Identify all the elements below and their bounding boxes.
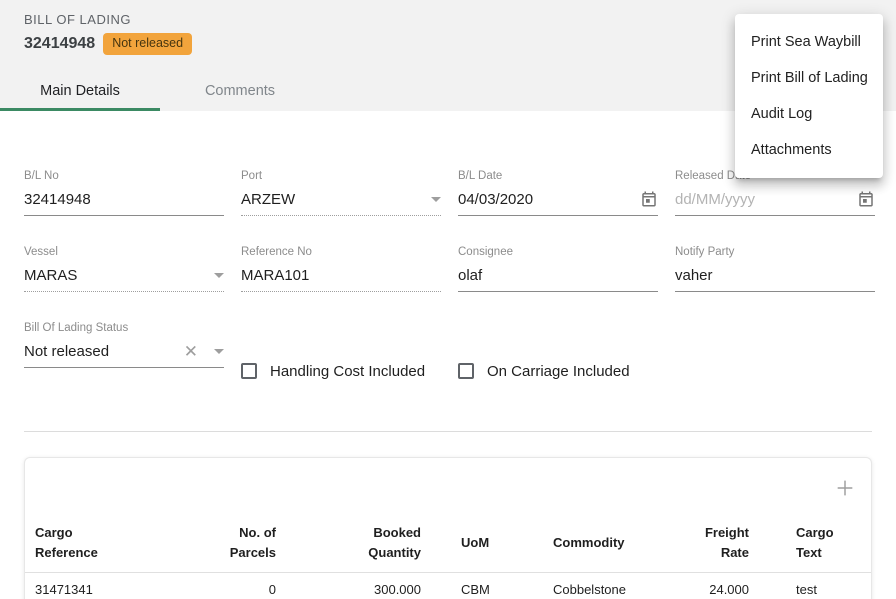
chevron-down-icon[interactable] (431, 197, 441, 202)
calendar-icon[interactable] (640, 190, 658, 208)
cell-commodity: Cobbelstone (521, 572, 697, 599)
col-header-freight-rate: Freight Rate (697, 514, 753, 572)
field-label: Notify Party (675, 246, 875, 259)
field-label: B/L Date (458, 170, 658, 183)
chevron-down-icon[interactable] (214, 273, 224, 278)
tab-bar: Main Details Comments (0, 71, 320, 111)
checkbox-icon[interactable] (241, 363, 257, 379)
page-title: BILL OF LADING (24, 12, 131, 27)
document-header: 32414948 Not released (24, 33, 192, 55)
tab-comments-label: Comments (205, 83, 275, 99)
checkbox-label: Handling Cost Included (270, 363, 425, 380)
bl-status-value: Not released (24, 343, 184, 360)
field-notify-party[interactable]: Notify Party vaher (675, 246, 875, 288)
tab-comments[interactable]: Comments (160, 71, 320, 111)
tab-main-details-label: Main Details (40, 83, 120, 99)
cell-cargo-reference: 31471341 (25, 572, 175, 599)
menu-item-audit-log[interactable]: Audit Log (735, 96, 883, 132)
cell-no-of-parcels: 0 (175, 572, 276, 599)
reference-no-value: MARA101 (241, 267, 441, 284)
main-content: B/L No 32414948 Port ARZEW B/L Date 04/0… (0, 111, 896, 599)
checkbox-icon[interactable] (458, 363, 474, 379)
bl-no-value: 32414948 (24, 191, 224, 208)
menu-item-print-bill-of-lading[interactable]: Print Bill of Lading (735, 60, 883, 96)
consignee-value: olaf (458, 267, 658, 284)
cell-booked-quantity: 300.000 (276, 572, 421, 599)
menu-item-attachments[interactable]: Attachments (735, 132, 883, 168)
add-cargo-button[interactable] (833, 476, 857, 500)
port-value: ARZEW (241, 191, 425, 208)
notify-party-value: vaher (675, 267, 875, 284)
cargo-table-row[interactable]: 31471341 0 300.000 CBM Cobbelstone 24.00… (25, 572, 871, 599)
field-bl-date[interactable]: B/L Date 04/03/2020 (458, 170, 658, 212)
field-bl-status[interactable]: Bill Of Lading Status Not released ✕ (24, 322, 224, 364)
checkbox-handling-cost-included[interactable]: Handling Cost Included (241, 344, 441, 398)
col-header-cargo-text: Cargo Text (753, 514, 871, 572)
field-label: Bill Of Lading Status (24, 322, 224, 335)
document-number: 32414948 (24, 35, 95, 53)
chevron-down-icon[interactable] (214, 349, 224, 354)
col-header-cargo-reference: Cargo Reference (25, 514, 175, 572)
section-divider (24, 431, 872, 432)
vessel-value: MARAS (24, 267, 208, 284)
cargo-table-card: Cargo Reference No. of Parcels Booked Qu… (24, 457, 872, 599)
tab-main-details[interactable]: Main Details (0, 71, 160, 111)
field-vessel[interactable]: Vessel MARAS (24, 246, 224, 288)
field-label: B/L No (24, 170, 224, 183)
cell-uom: CBM (421, 572, 521, 599)
active-tab-indicator (0, 108, 160, 111)
field-consignee[interactable]: Consignee olaf (458, 246, 658, 288)
col-header-uom: UoM (421, 514, 521, 572)
field-label: Consignee (458, 246, 658, 259)
menu-item-print-sea-waybill[interactable]: Print Sea Waybill (735, 24, 883, 60)
cell-freight-rate: 24.000 (697, 572, 753, 599)
cargo-table-header-row: Cargo Reference No. of Parcels Booked Qu… (25, 514, 871, 572)
cell-cargo-text: test (753, 572, 871, 599)
field-label: Port (241, 170, 441, 183)
field-label: Vessel (24, 246, 224, 259)
field-port[interactable]: Port ARZEW (241, 170, 441, 212)
plus-icon (834, 477, 856, 499)
context-menu: Print Sea Waybill Print Bill of Lading A… (735, 14, 883, 178)
status-badge: Not released (103, 33, 192, 55)
clear-icon[interactable]: ✕ (184, 343, 198, 360)
field-bl-no[interactable]: B/L No 32414948 (24, 170, 224, 212)
released-date-placeholder: dd/MM/yyyy (675, 191, 851, 208)
checkbox-on-carriage-included[interactable]: On Carriage Included (458, 344, 658, 398)
checkbox-label: On Carriage Included (487, 363, 630, 380)
col-header-booked-quantity: Booked Quantity (276, 514, 421, 572)
col-header-commodity: Commodity (521, 514, 697, 572)
cargo-table: Cargo Reference No. of Parcels Booked Qu… (25, 514, 871, 599)
bl-date-value: 04/03/2020 (458, 191, 634, 208)
field-reference-no[interactable]: Reference No MARA101 (241, 246, 441, 288)
col-header-no-of-parcels: No. of Parcels (175, 514, 276, 572)
grid-spacer (675, 322, 875, 398)
field-label: Reference No (241, 246, 441, 259)
calendar-icon[interactable] (857, 190, 875, 208)
